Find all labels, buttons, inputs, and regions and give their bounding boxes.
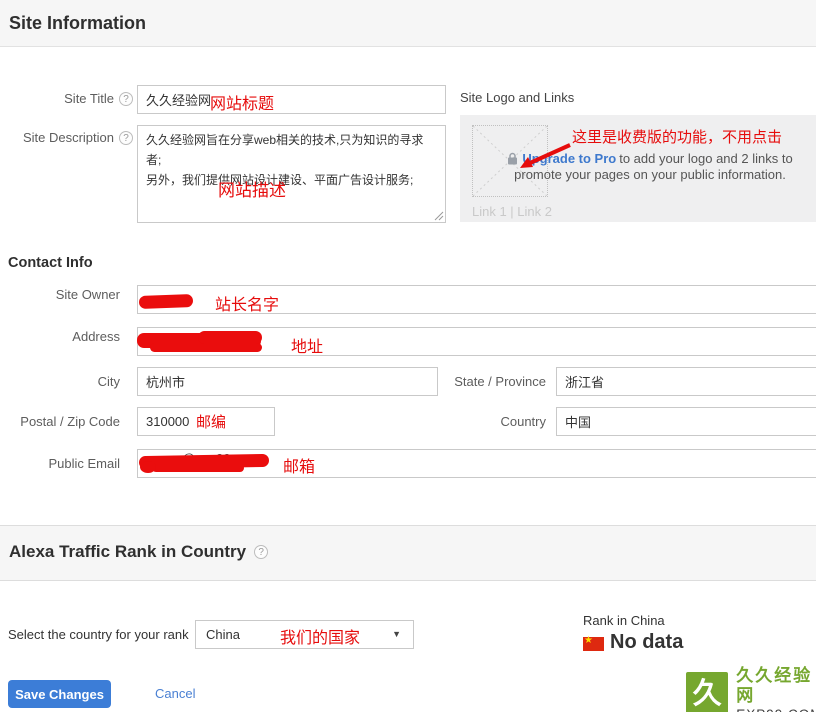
red-arrow-icon <box>512 140 576 174</box>
save-changes-button[interactable]: Save Changes <box>8 680 111 708</box>
selected-country-value: China <box>206 621 240 648</box>
country-label-row: Country <box>420 414 546 429</box>
chevron-down-icon: ▼ <box>392 621 401 648</box>
help-icon[interactable]: ? <box>119 92 133 106</box>
redaction-mark <box>152 464 244 472</box>
site-description-label: Site Description <box>23 130 114 145</box>
cancel-link[interactable]: Cancel <box>155 686 195 701</box>
state-province-label: State / Province <box>454 374 546 389</box>
site-description-label-row: Site Description ? <box>0 130 133 145</box>
country-rank-select-label: Select the country for your rank <box>8 627 189 642</box>
alexa-rank-heading-row: Alexa Traffic Rank in Country ? <box>9 542 268 562</box>
logo-domain: EXP99.COM <box>736 706 816 712</box>
city-label-row: City <box>0 374 120 389</box>
alexa-rank-heading: Alexa Traffic Rank in Country <box>9 542 246 562</box>
redaction-mark <box>139 294 193 309</box>
rank-value: No data <box>610 631 683 654</box>
annotation-upgrade-warning: 这里是收费版的功能，不用点击 <box>572 126 782 147</box>
state-province-input[interactable] <box>556 367 816 396</box>
city-input[interactable] <box>137 367 438 396</box>
annotation-postal-code: 邮编 <box>196 411 226 432</box>
china-flag-icon: ★ <box>583 637 604 651</box>
public-email-label: Public Email <box>48 456 120 471</box>
flag-star-icon: ★ <box>584 634 593 648</box>
site-owner-label-row: Site Owner <box>0 287 120 302</box>
annotation-public-email: 邮箱 <box>283 453 315 477</box>
annotation-site-description: 网站描述 <box>218 176 286 201</box>
logo-site-name: 久久经验网 <box>736 666 816 706</box>
page-title: Site Information <box>9 13 146 34</box>
postal-label-row: Postal / Zip Code <box>0 414 120 429</box>
annotation-address: 地址 <box>291 333 323 357</box>
help-icon[interactable]: ? <box>119 131 133 145</box>
site-title-label: Site Title <box>64 91 114 106</box>
logo-square-icon: 久 <box>686 672 728 712</box>
site-description-textarea[interactable]: 久久经验网旨在分享web相关的技术,只为知识的寻求者; 另外，我们提供网站设计建… <box>137 125 446 223</box>
site-title-label-row: Site Title ? <box>0 91 133 106</box>
redaction-mark <box>198 331 262 344</box>
site-logo-links-label: Site Logo and Links <box>460 90 574 105</box>
link-slots-placeholder: Link 1 | Link 2 <box>472 204 552 219</box>
redaction-mark <box>140 461 156 473</box>
city-label: City <box>98 374 120 389</box>
address-label: Address <box>72 329 120 344</box>
help-icon[interactable]: ? <box>254 545 268 559</box>
postal-code-label: Postal / Zip Code <box>20 414 120 429</box>
country-label: Country <box>500 414 546 429</box>
site-settings-page: Site Information Site Title ? 网站标题 Site … <box>0 0 816 712</box>
state-label-row: State / Province <box>420 374 546 389</box>
logo-text-block: 久久经验网 EXP99.COM <box>736 666 816 712</box>
annotation-site-title: 网站标题 <box>210 90 274 114</box>
annotation-site-owner: 站长名字 <box>215 291 279 315</box>
country-input[interactable] <box>556 407 816 436</box>
redaction-mark <box>150 343 262 352</box>
rank-in-country-label: Rank in China <box>583 613 665 628</box>
email-label-row: Public Email <box>0 456 120 471</box>
site-watermark-logo: 久 久久经验网 EXP99.COM <box>686 666 816 712</box>
contact-info-heading: Contact Info <box>8 255 93 271</box>
site-title-input[interactable] <box>137 85 446 114</box>
address-label-row: Address <box>0 329 120 344</box>
site-owner-label: Site Owner <box>56 287 120 302</box>
annotation-country-select: 我们的国家 <box>280 624 360 648</box>
